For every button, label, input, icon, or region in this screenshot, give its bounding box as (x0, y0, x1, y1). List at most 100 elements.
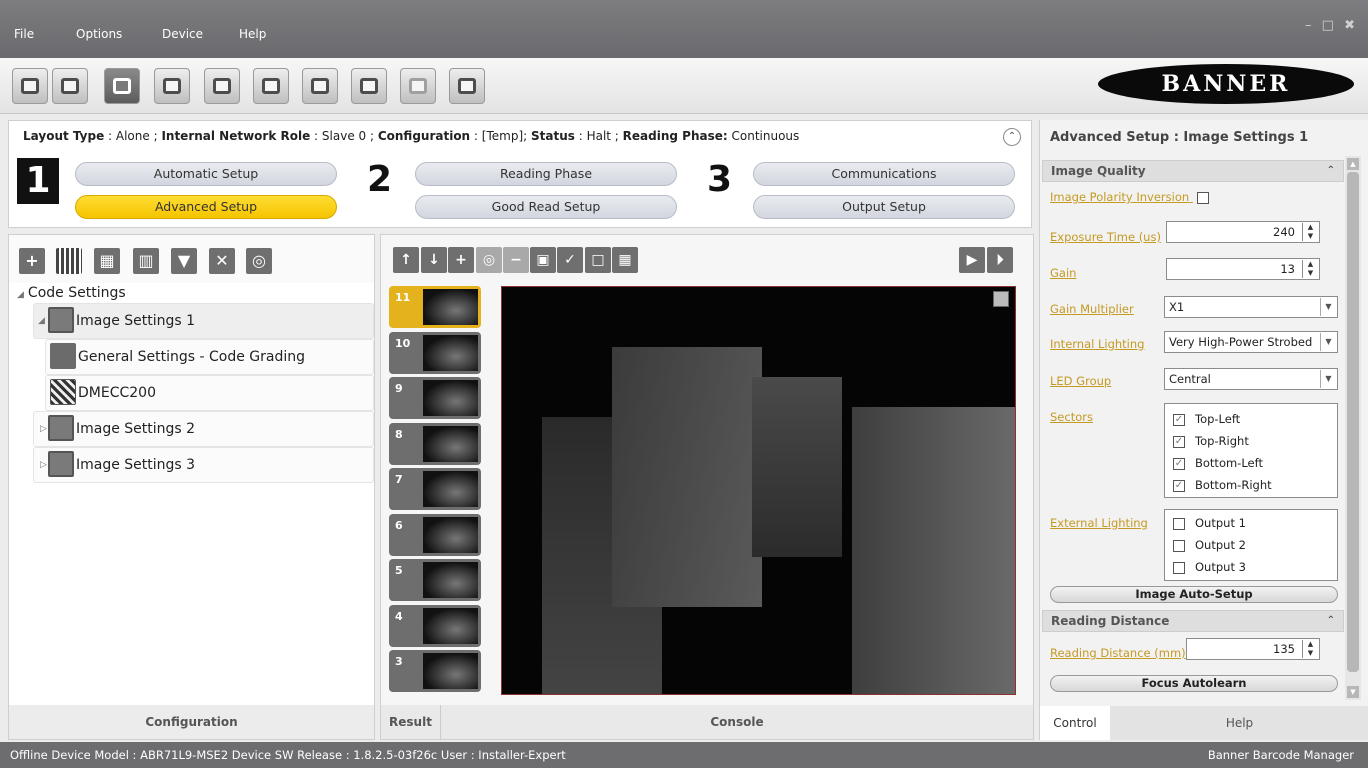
arrow-up-icon[interactable]: ↑ (393, 247, 419, 273)
barcode-icon[interactable] (56, 248, 82, 274)
device-search-icon[interactable] (52, 68, 88, 104)
menu-help[interactable]: Help (239, 27, 266, 41)
checkbox-checked-icon[interactable]: ✓ (1173, 413, 1185, 426)
menu-file[interactable]: File (14, 27, 34, 41)
image-corner-icon[interactable] (993, 291, 1009, 307)
postal-code-icon[interactable]: ▥ (133, 248, 159, 274)
exposure-time-field[interactable]: 240 ▲ ▼ (1166, 221, 1320, 243)
tree-node-general-settings[interactable]: General Settings - Code Grading (45, 339, 374, 375)
image-auto-setup-button[interactable]: Image Auto-Setup (1050, 586, 1338, 603)
image-polarity-inversion-checkbox[interactable] (1196, 191, 1209, 204)
checkbox-icon[interactable] (1173, 561, 1185, 574)
checkbox-checked-icon[interactable]: ✓ (1173, 457, 1185, 470)
network-role-label: Internal Network Role (161, 129, 311, 143)
tree-node-image-settings-3[interactable]: ▷ Image Settings 3 (33, 447, 374, 483)
grid-view-icon[interactable]: ▦ (612, 247, 638, 273)
user-settings-icon[interactable] (104, 68, 140, 104)
internal-lighting-select[interactable]: Very High-Power Strobed ▼ (1164, 331, 1338, 353)
save-config-icon[interactable] (351, 68, 387, 104)
device-icon[interactable] (12, 68, 48, 104)
external-output-3[interactable]: Output 3 (1173, 560, 1246, 574)
spinner-icon[interactable]: ▲ ▼ (1302, 640, 1318, 658)
thumbnail-image (423, 653, 478, 689)
image-thumbnail[interactable]: 3 (389, 650, 481, 692)
tree-node-image-settings-1[interactable]: ◢ Image Settings 1 (33, 303, 374, 339)
image-thumbnail[interactable]: 5 (389, 559, 481, 601)
sector-top-right[interactable]: ✓ Top-Right (1173, 434, 1249, 448)
checkbox-checked-icon[interactable]: ✓ (1173, 479, 1185, 492)
panel-scrollbar[interactable]: ▲ ▼ (1345, 156, 1361, 700)
live-image-view[interactable] (501, 286, 1016, 695)
check-image-icon[interactable]: ✓ (557, 247, 583, 273)
collapse-arrow-icon[interactable]: ◢ (17, 290, 24, 300)
collapse-up-icon[interactable]: ⌃ (1003, 128, 1021, 146)
image-thumbnail[interactable]: 10 (389, 331, 481, 374)
reading-phase-button[interactable]: Reading Phase (415, 162, 677, 186)
gain-field[interactable]: 13 ▲ ▼ (1166, 258, 1320, 280)
external-output-1[interactable]: Output 1 (1173, 516, 1246, 530)
window-controls[interactable]: – □ ✖ (1305, 18, 1358, 33)
scroll-up-icon[interactable]: ▲ (1347, 158, 1359, 170)
checkbox-icon[interactable] (1173, 539, 1185, 552)
tree-node-code-settings[interactable]: ◢ Code Settings (17, 285, 126, 301)
window-icon[interactable] (154, 68, 190, 104)
expand-arrow-icon[interactable]: ▷ (40, 448, 47, 482)
zoom-out-icon[interactable]: − (503, 247, 529, 273)
add-image-icon[interactable]: + (19, 248, 45, 274)
section-image-quality[interactable]: Image Quality ⌃ (1042, 160, 1344, 182)
tab-help[interactable]: Help (1110, 706, 1368, 740)
delete-icon[interactable]: ✕ (209, 248, 235, 274)
scrollbar-thumb[interactable] (1347, 172, 1359, 672)
expand-arrow-icon[interactable]: ▷ (40, 412, 47, 446)
tab-result[interactable]: Result (381, 705, 441, 739)
sector-top-left[interactable]: ✓ Top-Left (1173, 412, 1240, 426)
checkbox-icon[interactable] (1173, 517, 1185, 530)
image-thumbnail[interactable]: 8 (389, 422, 481, 465)
image-thumbnail[interactable]: 9 (389, 377, 481, 419)
tree-node-image-settings-2[interactable]: ▷ Image Settings 2 (33, 411, 374, 447)
step-forward-icon[interactable]: ⏵ (987, 247, 1013, 273)
collapse-arrow-icon[interactable]: ◢ (38, 304, 45, 338)
disabled-config-icon[interactable] (400, 68, 436, 104)
crop-icon[interactable]: □ (585, 247, 611, 273)
play-icon[interactable]: ▶ (959, 247, 985, 273)
image-thumbnail[interactable]: 11 (389, 286, 481, 328)
tree-node-dmecc200[interactable]: DMECC200 (45, 375, 374, 411)
checkbox-checked-icon[interactable]: ✓ (1173, 435, 1185, 448)
external-output-2[interactable]: Output 2 (1173, 538, 1246, 552)
gain-multiplier-select[interactable]: X1 ▼ (1164, 296, 1338, 318)
network-icon[interactable] (449, 68, 485, 104)
gain-multiplier-label: Gain Multiplier (1050, 302, 1134, 316)
menu-device[interactable]: Device (162, 27, 203, 41)
datamatrix-icon[interactable]: ▦ (94, 248, 120, 274)
section-reading-distance[interactable]: Reading Distance ⌃ (1042, 610, 1344, 632)
arrow-down-icon[interactable]: ↓ (421, 247, 447, 273)
led-group-select[interactable]: Central ▼ (1164, 368, 1338, 390)
good-read-setup-button[interactable]: Good Read Setup (415, 195, 677, 219)
focus-autolearn-button[interactable]: Focus Autolearn (1050, 675, 1338, 692)
reading-distance-field[interactable]: 135 ▲ ▼ (1186, 638, 1320, 660)
save-device-icon[interactable] (253, 68, 289, 104)
code-search-icon[interactable]: ◎ (246, 248, 272, 274)
send-config-icon[interactable] (204, 68, 240, 104)
automatic-setup-button[interactable]: Automatic Setup (75, 162, 337, 186)
filter-icon[interactable]: ▼ (171, 248, 197, 274)
spinner-icon[interactable]: ▲ ▼ (1302, 260, 1318, 278)
menu-options[interactable]: Options (76, 27, 122, 41)
scroll-down-icon[interactable]: ▼ (1347, 686, 1359, 698)
zoom-in-icon[interactable]: + (448, 247, 474, 273)
load-config-icon[interactable] (302, 68, 338, 104)
tab-control[interactable]: Control (1040, 706, 1110, 740)
advanced-setup-button[interactable]: Advanced Setup (75, 195, 337, 219)
sector-bottom-right[interactable]: ✓ Bottom-Right (1173, 478, 1272, 492)
image-thumbnail[interactable]: 4 (389, 604, 481, 647)
image-thumbnail[interactable]: 6 (389, 513, 481, 556)
communications-button[interactable]: Communications (753, 162, 1015, 186)
image-thumbnail[interactable]: 7 (389, 468, 481, 510)
save-image-icon[interactable]: ▣ (530, 247, 556, 273)
zoom-reset-icon[interactable]: ◎ (476, 247, 502, 273)
spinner-icon[interactable]: ▲ ▼ (1302, 223, 1318, 241)
output-setup-button[interactable]: Output Setup (753, 195, 1015, 219)
tab-console[interactable]: Console (441, 705, 1033, 739)
sector-bottom-left[interactable]: ✓ Bottom-Left (1173, 456, 1263, 470)
